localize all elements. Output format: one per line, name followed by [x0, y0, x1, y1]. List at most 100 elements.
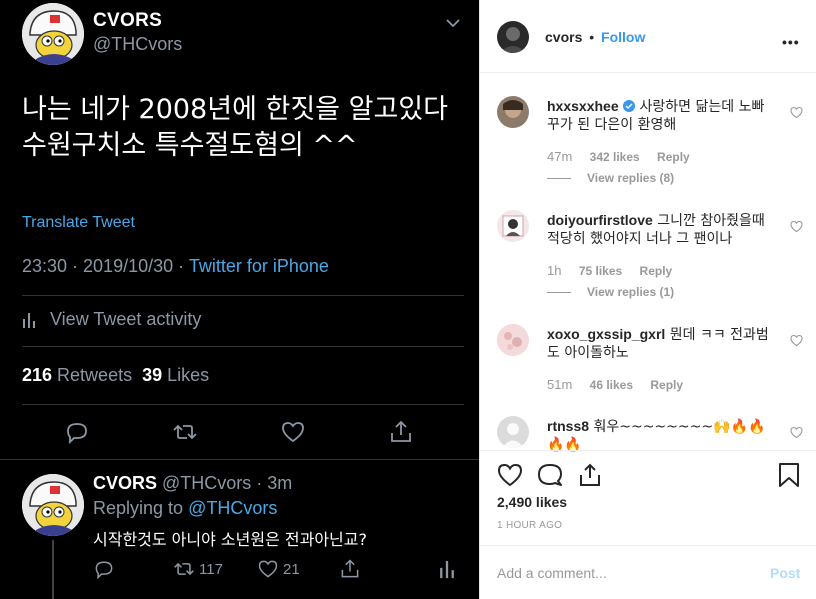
comment-text: rtnss8 훠우~~~~~~~~🙌🔥🔥🔥🔥 [547, 417, 777, 454]
add-comment-bar: Add a comment... Post [480, 545, 816, 599]
comment-likes[interactable]: 342 likes [590, 150, 640, 164]
reply-activity-button[interactable] [439, 558, 455, 580]
commenter-avatar[interactable] [497, 324, 529, 356]
comment-like-icon[interactable] [790, 106, 803, 119]
tweet-text-line: 수원구치소 특수절도혐의 ^^ [22, 130, 358, 161]
comment-reply-button[interactable]: Reply [657, 150, 690, 164]
heart-icon[interactable] [280, 419, 306, 445]
share-icon [341, 559, 359, 578]
commenter-avatar[interactable] [497, 416, 529, 448]
reply-retweet-count: 117 [199, 560, 223, 578]
comment-time[interactable]: 1h [547, 263, 561, 278]
reply-reply-button[interactable] [93, 558, 115, 580]
comment-time[interactable]: 51m [547, 377, 572, 392]
view-replies-label: View replies (1) [587, 285, 675, 299]
replying-to-mention[interactable]: @THCvors [188, 498, 277, 518]
tweet-meta: 23:30 · 2019/10/30 · Twitter for iPhone [22, 256, 329, 277]
divider [0, 459, 479, 460]
likes-count[interactable]: 39 [142, 365, 162, 385]
view-replies-button[interactable]: View replies (8) [547, 171, 674, 185]
post-time[interactable]: 1 HOUR AGO [497, 520, 562, 531]
comment-username[interactable]: doiyourfirstlove [547, 212, 653, 228]
comment-likes[interactable]: 75 likes [579, 264, 622, 278]
reply-handle-time[interactable]: @THCvors · 3m [157, 473, 292, 493]
comment-time[interactable]: 47m [547, 149, 572, 164]
post-comment-button[interactable]: Post [770, 565, 800, 581]
comment-username[interactable]: rtnss8 [547, 418, 589, 434]
translate-tweet-link[interactable]: Translate Tweet [22, 214, 135, 232]
heart-icon [258, 560, 278, 578]
commenter-avatar[interactable] [497, 96, 529, 128]
comment-username[interactable]: hxxsxxhee [547, 98, 619, 114]
comment-like-icon[interactable] [790, 426, 803, 439]
retweet-icon [174, 562, 194, 576]
share-icon[interactable] [388, 419, 414, 445]
tweet-text-line: 나는 네가 2008년에 한짓을 알고있다 [22, 94, 448, 125]
comment-reply-button[interactable]: Reply [650, 378, 683, 392]
poster-username-row: cvors • Follow [545, 29, 645, 45]
comment-like-icon[interactable] [790, 334, 803, 347]
divider [22, 295, 464, 296]
add-comment-input[interactable]: Add a comment... [497, 565, 607, 581]
post-like-count[interactable]: 2,490 likes [497, 494, 567, 510]
like-heart-icon[interactable] [497, 462, 523, 488]
comment-username[interactable]: xoxo_gxssip_gxrl [547, 326, 665, 342]
display-name[interactable]: CVORS [93, 10, 162, 32]
reply-retweet-button[interactable]: 117 [173, 558, 223, 580]
share-icon[interactable] [577, 462, 603, 488]
reply-header: CVORS @THCvors · 3m [93, 473, 292, 494]
comment-text: hxxsxxhee 사랑하면 닮는데 노빠꾸가 된 다은이 환영해 [547, 97, 777, 134]
bookmark-icon[interactable] [778, 462, 800, 488]
reply-share-button[interactable] [339, 558, 361, 580]
instagram-panel: cvors • Follow ••• hxxsxxhee 사랑하면 닮는데 노빠… [480, 0, 816, 599]
retweets-count[interactable]: 216 [22, 365, 52, 385]
reply-icon [95, 561, 113, 580]
retweet-icon[interactable] [172, 419, 198, 445]
post-header: cvors • Follow ••• [480, 0, 816, 73]
comment-meta: 1h 75 likes Reply [547, 263, 686, 278]
view-replies-label: View replies (8) [587, 171, 675, 185]
divider [22, 404, 464, 405]
reply-like-button[interactable]: 21 [257, 558, 300, 580]
comment-like-icon[interactable] [790, 220, 803, 233]
likes-label[interactable]: Likes [162, 365, 209, 385]
analytics-icon [23, 312, 35, 328]
verified-badge-icon [623, 100, 636, 112]
reply-actions: 117 21 [93, 558, 463, 582]
comment-meta: 51m 46 likes Reply [547, 377, 697, 392]
user-avatar[interactable] [22, 3, 84, 65]
replying-to: Replying to @THCvors [93, 498, 277, 519]
comment-likes[interactable]: 46 likes [590, 378, 633, 392]
reply-text: 시작한것도 아니야 소년원은 전과아닌교? [93, 530, 367, 549]
tweet-activity-label: View Tweet activity [50, 309, 202, 329]
view-replies-button[interactable]: View replies (1) [547, 285, 674, 299]
more-options-icon[interactable]: ••• [782, 34, 800, 50]
thread-line [52, 540, 54, 599]
view-replies-line [547, 291, 571, 293]
comment-meta: 47m 342 likes Reply [547, 149, 704, 164]
analytics-icon [440, 561, 454, 579]
tweet-actions [0, 414, 479, 450]
tweet-text: 나는 네가 2008년에 한짓을 알고있다 수원구치소 특수절도혐의 ^^ [22, 92, 462, 164]
commenter-avatar[interactable] [497, 210, 529, 242]
reply-display-name[interactable]: CVORS [93, 473, 157, 493]
follow-button[interactable]: Follow [601, 29, 645, 45]
separator-dot: • [589, 29, 595, 45]
tweet-timestamp[interactable]: 23:30 · 2019/10/30 · [22, 256, 189, 276]
view-replies-line [547, 177, 571, 179]
reply-avatar[interactable] [22, 474, 84, 536]
comment-bubble-icon[interactable] [537, 462, 563, 488]
tweet-source[interactable]: Twitter for iPhone [189, 256, 329, 276]
user-handle[interactable]: @THCvors [93, 34, 182, 55]
tweet-activity-link[interactable]: View Tweet activity [22, 309, 201, 330]
comment-reply-button[interactable]: Reply [640, 264, 673, 278]
poster-avatar[interactable] [497, 21, 529, 53]
reply-icon[interactable] [64, 419, 90, 445]
twitter-panel: CVORS @THCvors 나는 네가 2008년에 한짓을 알고있다 수원구… [0, 0, 480, 599]
tweet-stats: 216 Retweets 39 Likes [22, 365, 209, 386]
poster-username[interactable]: cvors [545, 29, 582, 45]
replying-to-label: Replying to [93, 498, 189, 518]
chevron-down-icon[interactable] [444, 14, 462, 32]
comment-text: doiyourfirstlove 그니깐 참아줬을때 적당히 했어야지 너나 그… [547, 211, 777, 248]
retweets-label[interactable]: Retweets [52, 365, 142, 385]
